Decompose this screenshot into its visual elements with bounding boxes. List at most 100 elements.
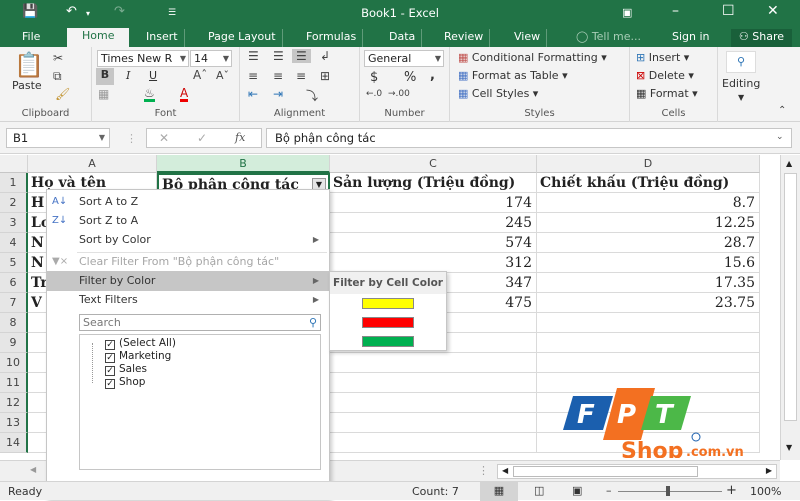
cell-c13[interactable] <box>330 413 537 433</box>
cell-c14[interactable] <box>330 433 537 453</box>
tab-formulas[interactable]: Formulas <box>300 29 364 47</box>
sort-by-color-item[interactable]: Sort by Color ▶ <box>47 230 329 250</box>
name-box[interactable]: B1 ▼ <box>6 128 110 148</box>
editing-button[interactable]: Editing <box>722 77 760 91</box>
expand-formula-icon[interactable]: ⌄ <box>776 132 784 142</box>
cell-d3[interactable]: 12.25 <box>537 213 760 233</box>
font-name-select[interactable]: Times New R ▼ <box>97 50 189 67</box>
align-center-icon[interactable]: ≡ <box>273 69 283 83</box>
horizontal-scrollbar[interactable]: ◀ ▶ <box>497 464 777 479</box>
align-right-icon[interactable]: ≡ <box>296 69 306 83</box>
align-left-icon[interactable]: ≡ <box>248 69 258 83</box>
color-swatch-green[interactable] <box>362 336 414 347</box>
checkbox-select-all[interactable]: ✓ (Select All) <box>105 337 176 350</box>
cell-c5[interactable]: 312 <box>330 253 537 273</box>
close-icon[interactable]: ✕ <box>767 3 779 19</box>
tab-page-layout[interactable]: Page Layout <box>202 29 283 47</box>
paste-icon[interactable]: 📋 <box>14 51 44 79</box>
minimize-icon[interactable]: – <box>672 3 679 19</box>
checkbox-marketing[interactable]: ✓ Marketing <box>105 350 171 363</box>
row-header[interactable]: 9 <box>0 333 28 353</box>
row-header[interactable]: 2 <box>0 193 28 213</box>
increase-decimal-icon[interactable]: ←.0 <box>366 89 382 99</box>
row-header[interactable]: 12 <box>0 393 28 413</box>
page-layout-view-icon[interactable]: ◫ <box>534 484 544 497</box>
column-header-a[interactable]: A <box>28 155 157 173</box>
splitter-icon[interactable]: ⋮ <box>478 464 489 477</box>
format-cells-button[interactable]: ▦ Format ▾ <box>636 87 698 101</box>
decrease-font-icon[interactable]: Aˇ <box>216 69 229 82</box>
wrap-text-icon[interactable]: ↲ <box>320 49 330 63</box>
select-all-corner[interactable] <box>0 155 28 173</box>
tab-view[interactable]: View <box>508 29 548 47</box>
column-header-d[interactable]: D <box>537 155 760 173</box>
cell-d4[interactable]: 28.7 <box>537 233 760 253</box>
tab-file[interactable]: File <box>16 29 46 47</box>
underline-button[interactable]: U <box>149 69 157 83</box>
row-header[interactable]: 3 <box>0 213 28 233</box>
decrease-indent-icon[interactable]: ⇤ <box>248 87 258 101</box>
row-header[interactable]: 6 <box>0 273 28 293</box>
cell-c11[interactable] <box>330 373 537 393</box>
zoom-in-icon[interactable]: + <box>726 483 737 498</box>
cell-d5[interactable]: 15.6 <box>537 253 760 273</box>
tab-data[interactable]: Data <box>383 29 423 47</box>
scroll-down-icon[interactable]: ▼ <box>786 443 792 452</box>
row-header[interactable]: 5 <box>0 253 28 273</box>
comma-button[interactable]: , <box>430 69 435 83</box>
cell-styles-button[interactable]: ▦ Cell Styles ▾ <box>458 87 538 101</box>
insert-function-button[interactable]: fx <box>235 131 245 144</box>
cell-d10[interactable] <box>537 353 760 373</box>
collapse-ribbon-icon[interactable]: ⌃ <box>778 105 786 116</box>
text-filters-item[interactable]: Text Filters ▶ <box>47 290 329 310</box>
font-size-select[interactable]: 14 ▼ <box>190 50 232 67</box>
prev-sheet-icon[interactable]: ◀ <box>30 465 36 474</box>
filter-search-input[interactable]: Search ⚲ <box>79 314 321 331</box>
zoom-slider-thumb[interactable] <box>666 486 670 496</box>
scroll-right-icon[interactable]: ▶ <box>766 466 772 475</box>
zoom-level[interactable]: 100% <box>750 485 781 498</box>
tab-review[interactable]: Review <box>438 29 491 47</box>
tab-home[interactable]: Home <box>67 28 130 47</box>
zoom-out-icon[interactable]: – <box>606 484 612 497</box>
copy-icon[interactable]: ⧉ <box>53 69 62 84</box>
row-header[interactable]: 11 <box>0 373 28 393</box>
format-painter-icon[interactable]: 🖌 <box>55 87 70 101</box>
cell-d9[interactable] <box>537 333 760 353</box>
cancel-icon[interactable]: ✕ <box>159 131 169 145</box>
checkbox-sales[interactable]: ✓ Sales <box>105 363 147 376</box>
align-bottom-icon[interactable]: ☰ <box>292 49 311 63</box>
cell-c2[interactable]: 174 <box>330 193 537 213</box>
scroll-left-icon[interactable]: ◀ <box>502 466 508 475</box>
orientation-icon[interactable]: ⤵ <box>306 87 318 104</box>
column-header-b[interactable]: B <box>157 155 330 173</box>
cell-c4[interactable]: 574 <box>330 233 537 253</box>
vertical-scrollbar[interactable]: ▲ ▼ <box>780 155 800 460</box>
row-header[interactable]: 1 <box>0 173 28 193</box>
cell-d7[interactable]: 23.75 <box>537 293 760 313</box>
cell-c10[interactable] <box>330 353 537 373</box>
bold-button[interactable]: B <box>96 68 114 85</box>
row-header[interactable]: 4 <box>0 233 28 253</box>
row-header[interactable]: 10 <box>0 353 28 373</box>
vertical-scroll-thumb[interactable] <box>784 173 797 421</box>
checkbox-shop[interactable]: ✓ Shop <box>105 376 145 389</box>
row-header[interactable]: 8 <box>0 313 28 333</box>
ribbon-display-icon[interactable]: ▣ <box>622 6 632 19</box>
align-top-icon[interactable]: ☰ <box>248 49 259 63</box>
enter-icon[interactable]: ✓ <box>197 131 207 145</box>
currency-button[interactable]: $ <box>370 71 378 85</box>
cell-d6[interactable]: 17.35 <box>537 273 760 293</box>
number-format-select[interactable]: General ▼ <box>364 50 444 67</box>
insert-cells-button[interactable]: ⊞ Insert ▾ <box>636 51 689 65</box>
format-as-table-button[interactable]: ▦ Format as Table ▾ <box>458 69 568 83</box>
delete-cells-button[interactable]: ⊠ Delete ▾ <box>636 69 694 83</box>
tell-me-search[interactable]: ◯ Tell me... <box>570 29 647 47</box>
zoom-slider[interactable] <box>618 491 722 492</box>
percent-button[interactable]: % <box>404 71 416 85</box>
merge-center-icon[interactable]: ⊞ <box>320 69 330 83</box>
maximize-icon[interactable]: ☐ <box>722 3 735 19</box>
row-header[interactable]: 13 <box>0 413 28 433</box>
cell-c12[interactable] <box>330 393 537 413</box>
decrease-decimal-icon[interactable]: →.00 <box>388 89 410 99</box>
